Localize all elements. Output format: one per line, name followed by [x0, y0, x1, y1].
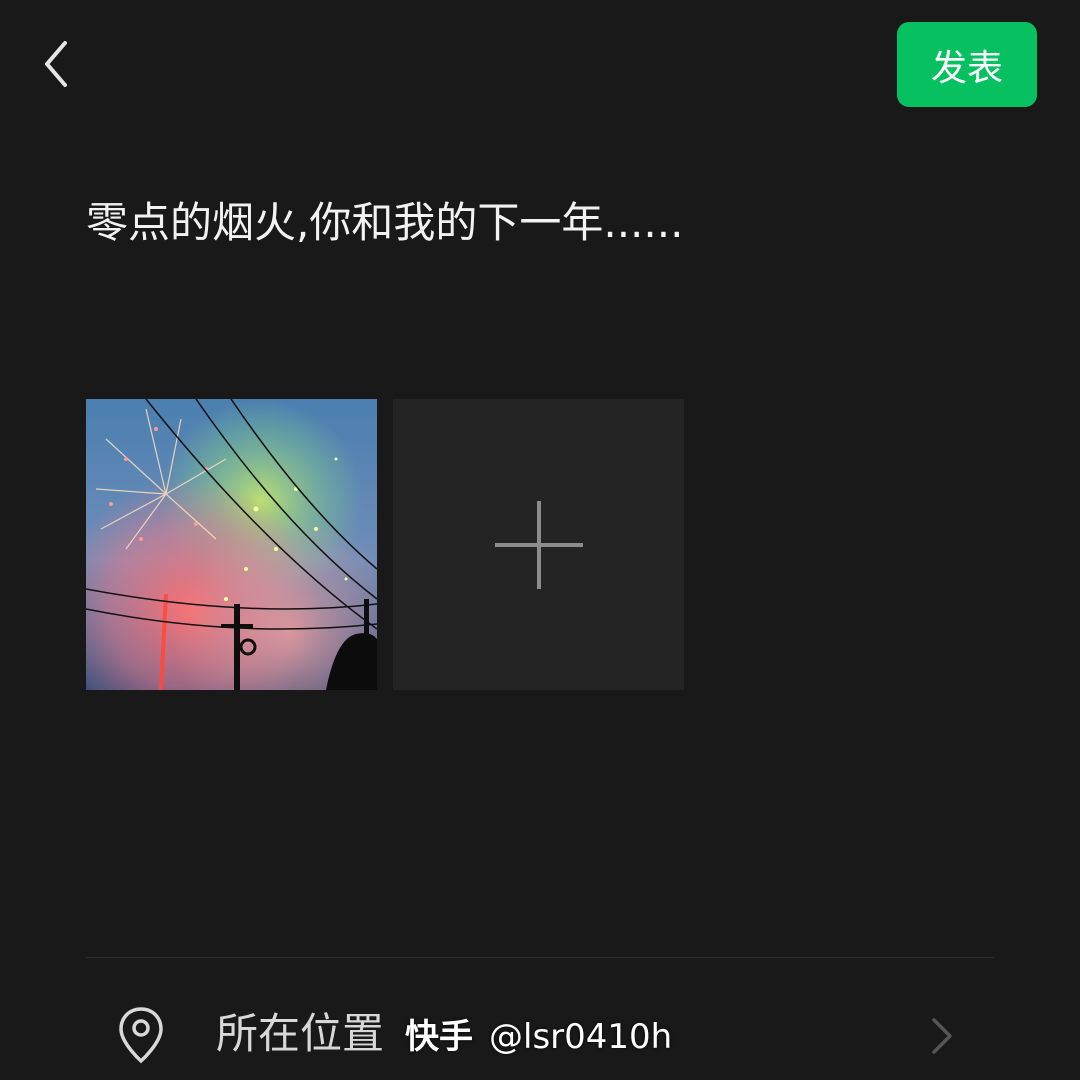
divider: [86, 957, 994, 958]
photo-thumbnail[interactable]: [86, 399, 377, 690]
watermark-handle: @lsr0410h: [489, 1017, 673, 1057]
watermark-brand: 快手: [405, 1017, 473, 1057]
chevron-right-icon: [932, 1018, 952, 1054]
back-button[interactable]: [28, 32, 84, 96]
location-label: 所在位置: [216, 1009, 385, 1058]
watermark: 快手 @lsr0410h: [405, 1012, 672, 1062]
publish-button[interactable]: 发表: [897, 22, 1037, 107]
add-photo-button[interactable]: [393, 399, 684, 690]
location-pin-icon: [119, 1007, 163, 1064]
post-text[interactable]: 零点的烟火,你和我的下一年......: [86, 192, 683, 254]
plus-icon: [494, 500, 583, 589]
chevron-left-icon: [45, 41, 67, 87]
fireworks-photo: [86, 399, 377, 690]
